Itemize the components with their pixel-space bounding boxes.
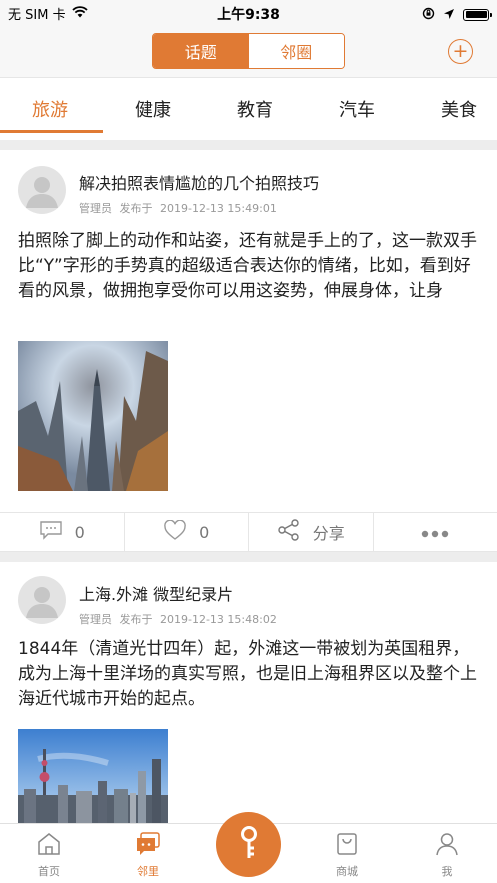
tab-cars[interactable]: 汽车 [339,96,375,122]
tab-label: 首页 [38,865,60,878]
post-author: 管理员 [79,613,112,626]
post-meta: 管理员 发布于 2019-12-13 15:49:01 [79,200,281,216]
posted-label: 发布于 [119,202,153,215]
post-body[interactable]: 拍照除了脚上的动作和站姿，还有就是手上的了，这一款双手比“Y”字形的手势真的超级… [18,229,480,304]
tab-me[interactable]: 我 [417,832,477,879]
comment-icon [39,520,63,544]
tab-label: 我 [441,865,453,878]
shopping-bag-icon [334,832,360,859]
tab-education[interactable]: 教育 [237,96,273,122]
like-button[interactable]: 0 [125,513,249,551]
avatar[interactable] [18,576,66,624]
home-icon [36,832,62,859]
key-icon [234,824,264,866]
post-title[interactable]: 解决拍照表情尴尬的几个拍照技巧 [79,170,319,194]
chat-icon [135,832,161,859]
post-actions: 0 0 分享 [0,512,497,552]
nav-bar: 话题 邻圈 + [0,26,497,78]
tab-home[interactable]: 首页 [19,832,79,879]
segmented-control: 话题 邻圈 [152,33,345,69]
comment-button[interactable]: 0 [0,513,125,551]
share-label: 分享 [312,524,345,543]
status-right [422,5,492,24]
post-card[interactable]: 解决拍照表情尴尬的几个拍照技巧 管理员 发布于 2019-12-13 15:49… [0,150,497,552]
post-datetime: 2019-12-13 15:49:01 [160,202,277,215]
post-image[interactable] [18,341,168,491]
more-button[interactable] [374,513,497,551]
divider [0,140,497,150]
plus-circle-icon: + [452,40,469,62]
status-bar: 无 SIM 卡 上午9:38 [0,0,497,26]
active-tab-indicator [0,130,103,133]
tab-label: 邻里 [137,865,159,878]
share-button[interactable]: 分享 [249,513,374,551]
category-tabs: 旅游 健康 教育 汽车 美食 [0,79,497,137]
location-icon [443,5,455,24]
comment-count: 0 [74,522,85,542]
post-title[interactable]: 上海.外滩 微型纪录片 [79,581,233,605]
posted-label: 发布于 [119,613,153,626]
tab-health[interactable]: 健康 [135,96,171,122]
avatar[interactable] [18,166,66,214]
divider [0,552,497,562]
tab-travel[interactable]: 旅游 [32,96,68,122]
tab-mall[interactable]: 商城 [317,832,377,879]
post-meta: 管理员 发布于 2019-12-13 15:48:02 [79,611,281,627]
orientation-lock-icon [422,5,435,24]
post-body[interactable]: 1844年（清道光廿四年）起，外滩这一带被划为英国租界，成为上海十里洋场的真实写… [18,637,480,712]
heart-icon [163,519,187,545]
segment-topics[interactable]: 话题 [153,34,249,68]
tab-label: 商城 [336,865,358,878]
post-author: 管理员 [79,202,112,215]
tab-food[interactable]: 美食 [441,96,477,122]
share-icon [277,519,301,545]
segment-neighborhood[interactable]: 邻圈 [248,34,344,68]
tab-neighbors[interactable]: 邻里 [118,832,178,879]
post-card[interactable]: 上海.外滩 微型纪录片 管理员 发布于 2019-12-13 15:48:02 … [0,562,497,823]
user-icon [434,832,460,859]
add-post-button[interactable]: + [448,39,473,64]
center-action-button[interactable] [216,812,281,877]
like-count: 0 [199,522,210,542]
battery-icon [463,8,492,21]
post-datetime: 2019-12-13 15:48:02 [160,613,277,626]
post-image[interactable] [18,729,168,823]
more-icon [421,523,449,542]
